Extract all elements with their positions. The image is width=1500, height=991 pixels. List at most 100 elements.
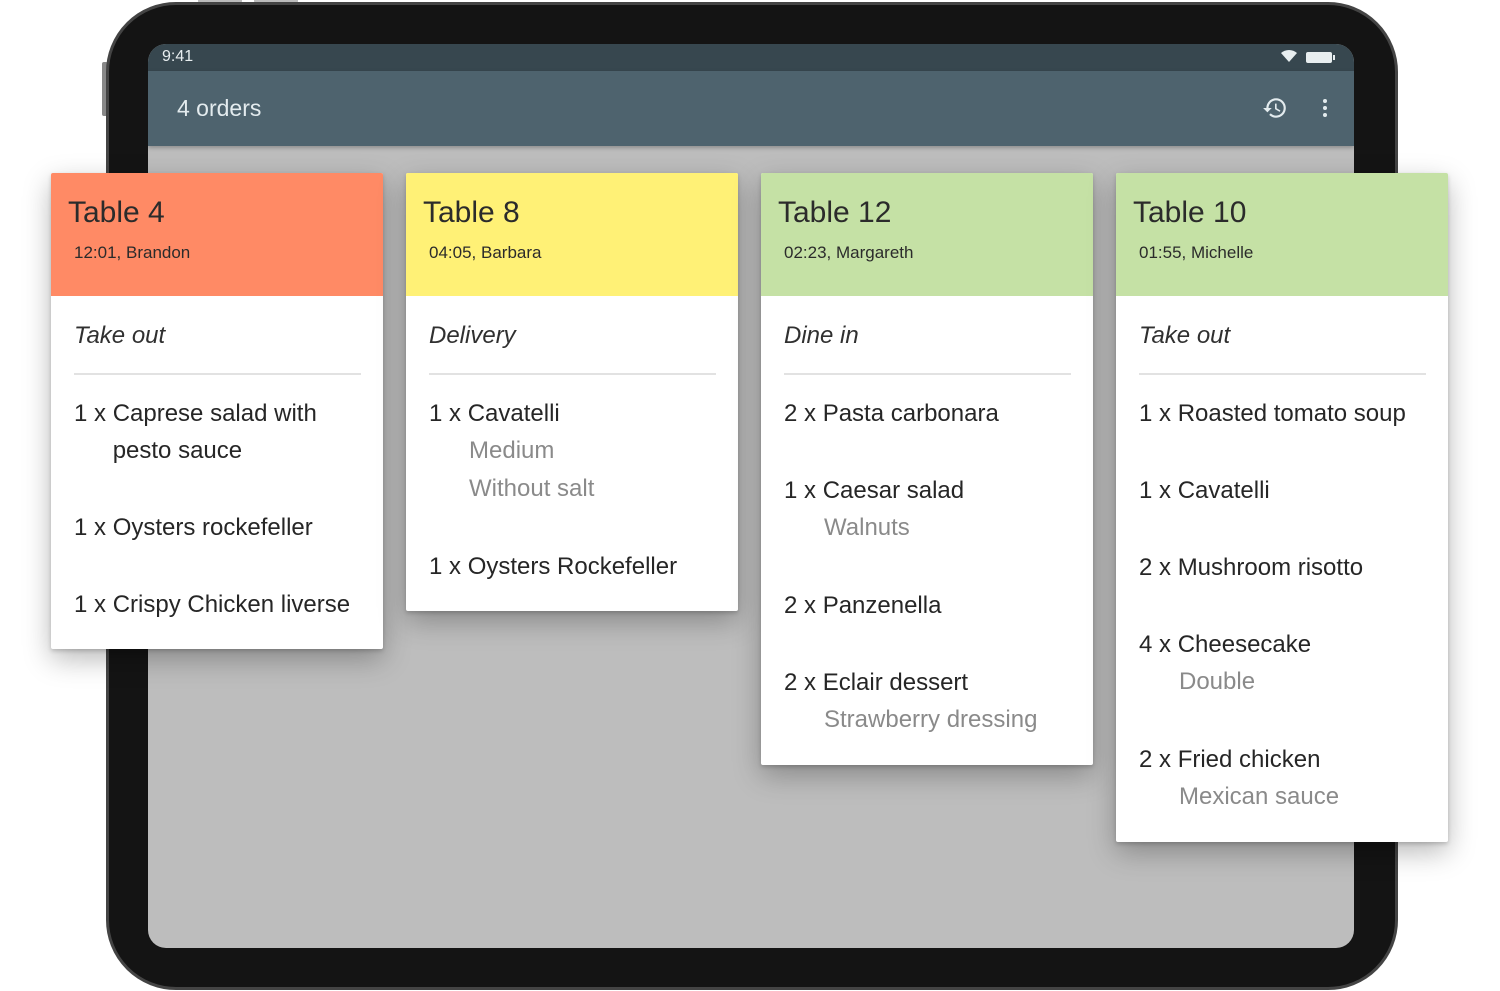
order-card[interactable]: Table 12 02:23, Margareth Dine in 2 x Pasta… [761,173,1093,765]
item-modifier: Medium [469,437,555,464]
order-time-waiter: 02:23, Margareth [784,243,914,262]
item-name: Cavatelli [467,400,560,427]
table-name: Table 4 [68,196,165,229]
item-quantity: 2 x [784,400,823,427]
order-type: Take out [1139,296,1426,375]
order-time-waiter: 12:01, Brandon [74,243,191,262]
order-card[interactable]: Table 4 12:01, Brandon Take out 1 x Caprese… [51,173,383,649]
item-modifiers: Walnuts [784,509,1071,547]
item-quantity: 1 x [1139,477,1178,504]
order-item[interactable]: 1 x Caprese salad with pesto sauce [74,395,361,469]
item-modifier: Strawberry dressing [824,706,1038,733]
more-vert-icon[interactable] [1310,93,1340,123]
page-title: 4 orders [177,95,262,121]
item-name: Crispy Chicken liverse [112,591,351,618]
order-item[interactable]: 4 x Cheesecake Double [1139,626,1426,701]
order-card-body: Delivery 1 x Cavatelli Medium Without salt 1… [406,296,738,611]
order-items: 1 x Cavatelli Medium Without salt 1 x Oyste… [429,375,716,611]
item-modifiers: Mexican sauce [1139,778,1426,816]
order-item-line: 1 x Oysters Rockefeller [429,548,716,585]
order-item[interactable]: 2 x Mushroom risotto [1139,549,1426,586]
table-name: Table 10 [1133,196,1247,229]
order-card-header: Table 8 04:05, Barbara [406,173,738,296]
item-quantity: 1 x [74,591,113,618]
item-name: Caesar salad [822,477,965,504]
order-item[interactable]: 1 x Oysters Rockefeller [429,548,716,585]
item-name: Pasta carbonara [822,400,999,427]
order-item[interactable]: 1 x Crispy Chicken liverse [74,586,361,623]
item-quantity: 1 x [74,514,113,541]
order-item-line: 1 x Caprese salad with pesto sauce [74,395,361,469]
order-item-line: 2 x Mushroom risotto [1139,549,1426,586]
order-item[interactable]: 1 x Cavatelli [1139,472,1426,509]
order-item-line: 4 x Cheesecake [1139,626,1426,663]
order-type: Delivery [429,296,716,375]
order-items: 1 x Roasted tomato soup 1 x Cavatelli 2 x … [1139,375,1426,842]
item-name: Cheesecake [1177,631,1312,658]
item-quantity: 2 x [784,669,823,696]
order-item[interactable]: 1 x Caesar salad Walnuts [784,472,1071,547]
order-item-line: 2 x Panzenella [784,587,1071,624]
status-time: 9:41 [162,48,194,65]
item-name: Cavatelli [1177,477,1270,504]
order-item[interactable]: 2 x Pasta carbonara [784,395,1071,432]
item-modifier: Without salt [469,475,595,502]
order-item-line: 1 x Roasted tomato soup [1139,395,1426,432]
app-bar: 4 orders [148,71,1354,146]
order-item[interactable]: 2 x Fried chicken Mexican sauce [1139,741,1426,816]
item-quantity: 1 x [784,477,823,504]
order-item[interactable]: 2 x Eclair dessert Strawberry dressing [784,664,1071,739]
order-card[interactable]: Table 8 04:05, Barbara Delivery 1 x Cavatel… [406,173,738,611]
order-time-waiter: 01:55, Michelle [1139,243,1254,262]
table-name: Table 8 [423,196,520,229]
item-quantity: 1 x [1139,400,1178,427]
order-time-waiter: 04:05, Barbara [429,243,542,262]
order-card-body: Take out 1 x Roasted tomato soup 1 x Cavat… [1116,296,1448,842]
order-card-header: Table 10 01:55, Michelle [1116,173,1448,296]
order-card-header: Table 4 12:01, Brandon [51,173,383,296]
stage: 9:41 4 orders Table 4 12:01, Brandon Take … [0,0,1500,991]
item-quantity: 2 x [1139,554,1178,581]
order-card-header: Table 12 02:23, Margareth [761,173,1093,296]
wifi-icon [1280,49,1298,68]
order-item-line: 1 x Oysters rockefeller [74,509,361,546]
order-items: 2 x Pasta carbonara 1 x Caesar salad Walnu… [784,375,1071,765]
table-name: Table 12 [778,196,892,229]
order-card-body: Dine in 2 x Pasta carbonara 1 x Caesar sal… [761,296,1093,765]
order-item[interactable]: 2 x Panzenella [784,587,1071,624]
order-item-line: 1 x Cavatelli [429,395,716,432]
item-name: Caprese salad with pesto sauce [112,400,317,464]
item-modifier: Mexican sauce [1179,783,1340,810]
item-quantity: 2 x [1139,746,1178,773]
item-name: Oysters Rockefeller [467,553,678,580]
battery-icon [1306,52,1335,63]
order-items: 1 x Caprese salad with pesto sauce 1 x Oy… [74,375,361,649]
order-item[interactable]: 1 x Roasted tomato soup [1139,395,1426,432]
order-item-line: 2 x Eclair dessert [784,664,1071,701]
order-item[interactable]: 1 x Cavatelli Medium Without salt [429,395,716,508]
history-icon[interactable] [1260,93,1290,123]
item-quantity: 1 x [429,553,468,580]
order-card-body: Take out 1 x Caprese salad with pesto sau… [51,296,383,649]
item-modifier: Walnuts [824,514,910,541]
order-item-line: 1 x Crispy Chicken liverse [74,586,361,623]
order-item-line: 1 x Cavatelli [1139,472,1426,509]
item-modifier: Double [1179,668,1256,695]
status-bar: 9:41 [148,44,1354,71]
item-name: Roasted tomato soup [1177,400,1406,427]
item-name: Eclair dessert [822,669,969,696]
item-modifiers: Double [1139,663,1426,701]
item-quantity: 2 x [784,592,823,619]
item-name: Mushroom risotto [1177,554,1364,581]
order-card[interactable]: Table 10 01:55, Michelle Take out 1 x Roast… [1116,173,1448,842]
item-name: Oysters rockefeller [112,514,313,541]
item-quantity: 1 x [429,400,468,427]
item-quantity: 4 x [1139,631,1178,658]
order-item-line: 2 x Pasta carbonara [784,395,1071,432]
order-item-line: 2 x Fried chicken [1139,741,1426,778]
item-name: Panzenella [822,592,942,619]
item-modifiers: Medium Without salt [429,432,716,508]
order-item[interactable]: 1 x Oysters rockefeller [74,509,361,546]
order-item-line: 1 x Caesar salad [784,472,1071,509]
order-type: Dine in [784,296,1071,375]
